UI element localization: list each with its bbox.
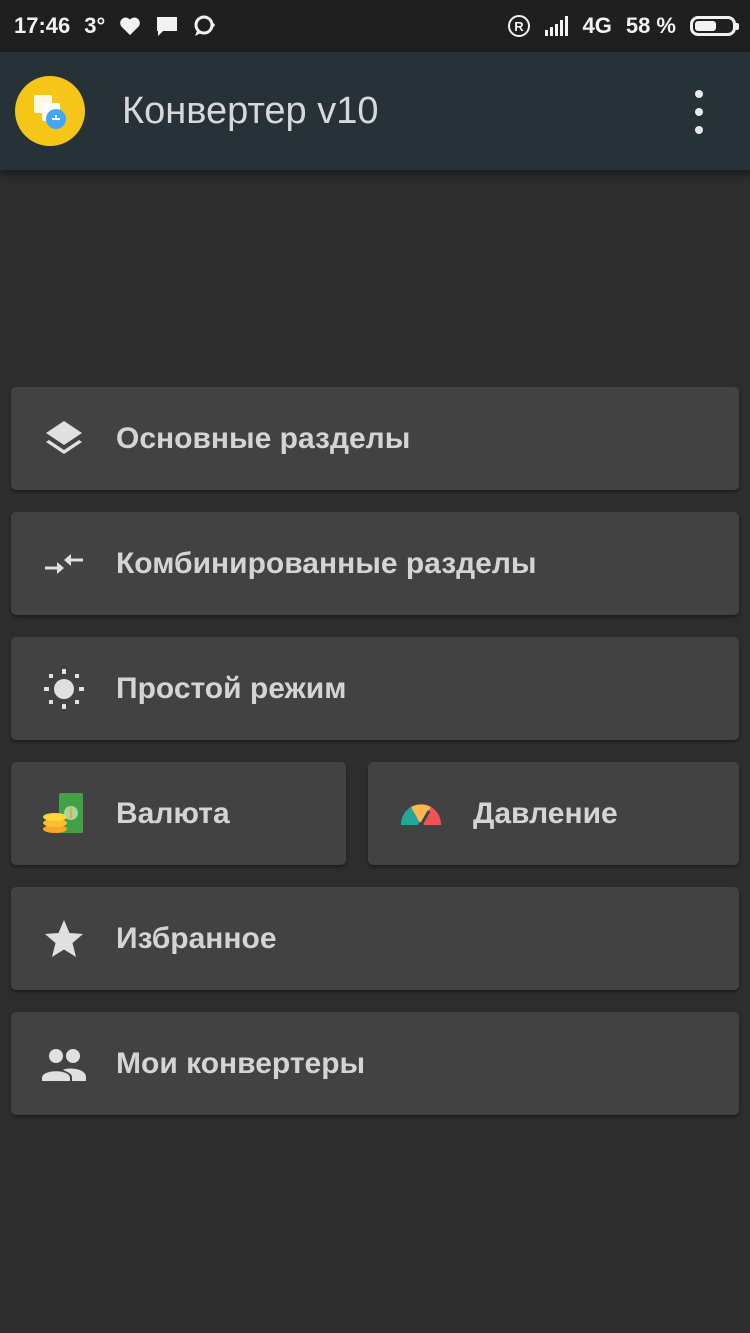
layers-icon (41, 416, 87, 462)
menu-item-main-sections[interactable]: Основные разделы (11, 387, 739, 490)
app-title: Конвертер v10 (122, 90, 379, 132)
menu-item-simple-mode[interactable]: Простой режим (11, 637, 739, 740)
status-bar-right: R 4G 58 % (507, 13, 739, 39)
menu-item-label: Валюта (116, 796, 230, 830)
menu-item-favorites[interactable]: Избранное (11, 887, 739, 990)
svg-text:R: R (515, 19, 525, 34)
currency-icon (41, 791, 87, 837)
app-bar: Конвертер v10 (0, 52, 750, 170)
registered-icon: R (507, 14, 531, 38)
status-bar-left: 17:46 3° (14, 13, 217, 39)
menu-item-label: Мои конвертеры (116, 1046, 366, 1080)
chat-bubble-icon (193, 15, 217, 37)
menu-item-currency[interactable]: Валюта (11, 762, 346, 865)
heart-icon (119, 16, 141, 36)
message-icon (155, 15, 179, 37)
menu-item-label: Давление (473, 796, 618, 830)
battery-percent: 58 % (625, 13, 676, 38)
gauge-icon (398, 791, 444, 837)
more-options-icon[interactable] (682, 90, 716, 134)
status-time: 17:46 (14, 13, 71, 38)
battery-fill (695, 21, 716, 31)
status-bar: 17:46 3° R 4G 58 % (0, 0, 750, 52)
people-icon (41, 1041, 87, 1087)
status-temperature: 3° (84, 13, 106, 38)
sun-icon (41, 666, 87, 712)
menu-item-label: Основные разделы (116, 421, 411, 455)
menu-item-label: Избранное (116, 921, 277, 955)
battery-icon (690, 16, 739, 36)
menu-item-combined-sections[interactable]: Комбинированные разделы (11, 512, 739, 615)
app-logo-icon (15, 76, 85, 146)
signal-icon (545, 16, 569, 36)
menu-item-label: Комбинированные разделы (116, 546, 537, 580)
star-icon (41, 916, 87, 962)
menu-item-pressure[interactable]: Давление (368, 762, 739, 865)
menu-item-my-converters[interactable]: Мои конвертеры (11, 1012, 739, 1115)
network-type: 4G (582, 13, 612, 38)
menu-item-label: Простой режим (116, 671, 347, 705)
compare-arrows-icon (41, 541, 87, 587)
